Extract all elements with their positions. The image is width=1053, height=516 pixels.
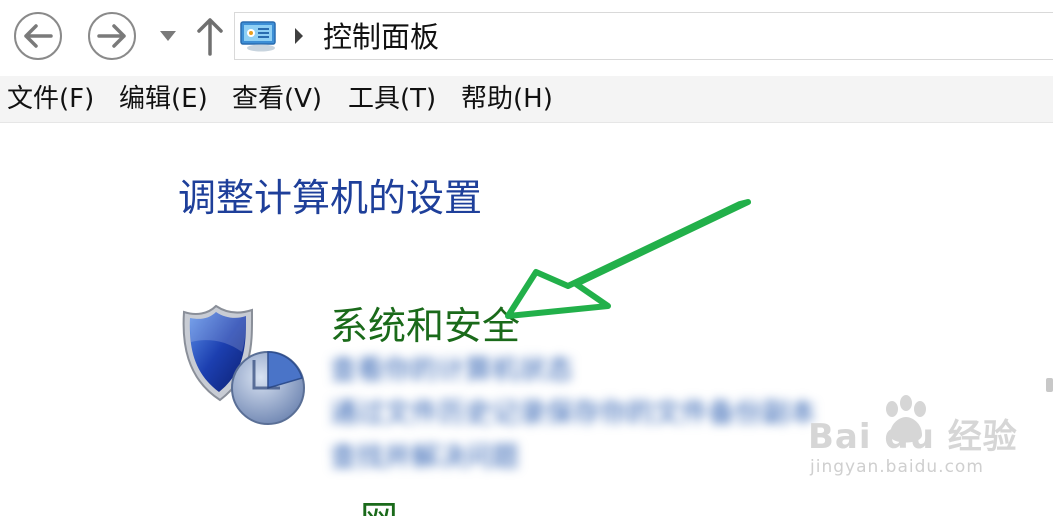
menu-bar: 文件(F) 编辑(E) 查看(V) 工具(T) 帮助(H) (0, 76, 1053, 123)
arrow-right-icon (97, 24, 126, 48)
task-link[interactable]: 查找并解决问题 (330, 440, 519, 476)
shield-security-icon[interactable] (176, 302, 308, 426)
up-arrow-icon[interactable] (196, 16, 224, 56)
task-link[interactable]: 通过文件历史记录保存你的文件备份副本 (330, 396, 816, 432)
menu-tools[interactable]: 工具(T) (348, 82, 436, 116)
menu-help[interactable]: 帮助(H) (461, 82, 553, 116)
control-panel-icon (240, 21, 276, 52)
navigation-bar: 控制面板 (0, 0, 1053, 76)
breadcrumb-chevron-icon[interactable] (293, 26, 305, 46)
address-bar[interactable]: 控制面板 (234, 12, 1053, 60)
task-link[interactable]: 查看你的计算机状态 (330, 353, 573, 389)
scrollbar[interactable] (1046, 378, 1053, 392)
breadcrumb-control-panel[interactable]: 控制面板 (323, 19, 439, 55)
menu-edit[interactable]: 编辑(E) (119, 82, 208, 116)
annotation-arrow (505, 199, 751, 319)
paw-logo-icon (886, 395, 926, 443)
menu-view[interactable]: 查看(V) (232, 82, 322, 116)
forward-button[interactable] (88, 12, 136, 60)
page-title: 调整计算机的设置 (178, 176, 483, 220)
menu-file[interactable]: 文件(F) (7, 82, 94, 116)
arrow-left-icon (24, 24, 53, 48)
watermark-url: jingyan.baidu.com (810, 457, 984, 477)
recent-locations-dropdown-icon[interactable] (158, 28, 178, 44)
next-category-title[interactable]: 网 (360, 496, 400, 516)
back-button[interactable] (14, 12, 62, 60)
watermark: Bai du 经验 jingyan.baidu.com (800, 395, 1050, 495)
